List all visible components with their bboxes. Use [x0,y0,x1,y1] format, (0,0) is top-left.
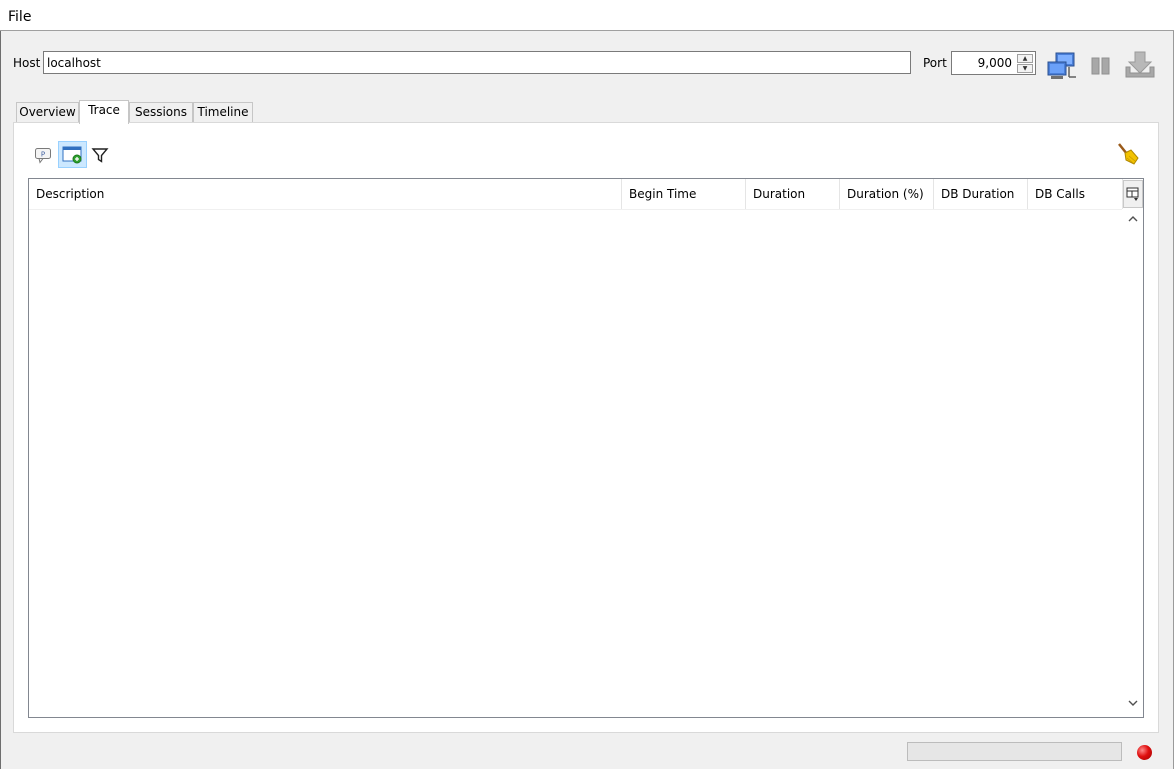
port-label: Port [923,56,947,70]
scroll-up-icon[interactable] [1123,213,1143,229]
column-header-db-duration[interactable]: DB Duration [934,179,1028,209]
trace-table: Description Begin Time Duration Duration… [28,178,1144,718]
file-menu[interactable]: File [2,6,37,28]
column-header-duration[interactable]: Duration [746,179,840,209]
tab-overview[interactable]: Overview [16,102,79,123]
host-input[interactable] [43,51,911,74]
column-header-begin-time[interactable]: Begin Time [622,179,746,209]
vertical-scrollbar[interactable] [1123,209,1143,717]
port-spinner[interactable]: 9,000 ▲ ▼ [951,51,1036,75]
host-label: Host [13,56,41,70]
monitors-network-icon[interactable] [1047,51,1077,81]
comment-icon[interactable]: P [34,146,52,164]
svg-text:P: P [41,151,45,159]
pause-icon[interactable] [1090,55,1112,77]
status-light-icon [1137,745,1152,760]
menu-bar: File [0,0,1174,31]
spin-up-button[interactable]: ▲ [1017,54,1033,63]
header-divider [29,209,1122,210]
column-header-db-calls[interactable]: DB Calls [1028,179,1123,209]
progress-bar [907,742,1122,761]
tab-sessions[interactable]: Sessions [129,102,193,123]
scroll-down-icon[interactable] [1123,697,1143,713]
port-value[interactable]: 9,000 [954,56,1012,70]
filter-icon[interactable] [91,146,109,164]
column-header-duration-percent[interactable]: Duration (%) [840,179,934,209]
column-chooser-icon[interactable] [1123,180,1143,208]
spin-down-button[interactable]: ▼ [1017,64,1033,73]
window-add-icon[interactable] [58,141,87,168]
tab-timeline[interactable]: Timeline [193,102,253,123]
tab-trace[interactable]: Trace [79,100,129,124]
column-header-description[interactable]: Description [29,179,622,209]
download-icon[interactable] [1125,51,1155,79]
broom-icon[interactable] [1116,142,1140,166]
